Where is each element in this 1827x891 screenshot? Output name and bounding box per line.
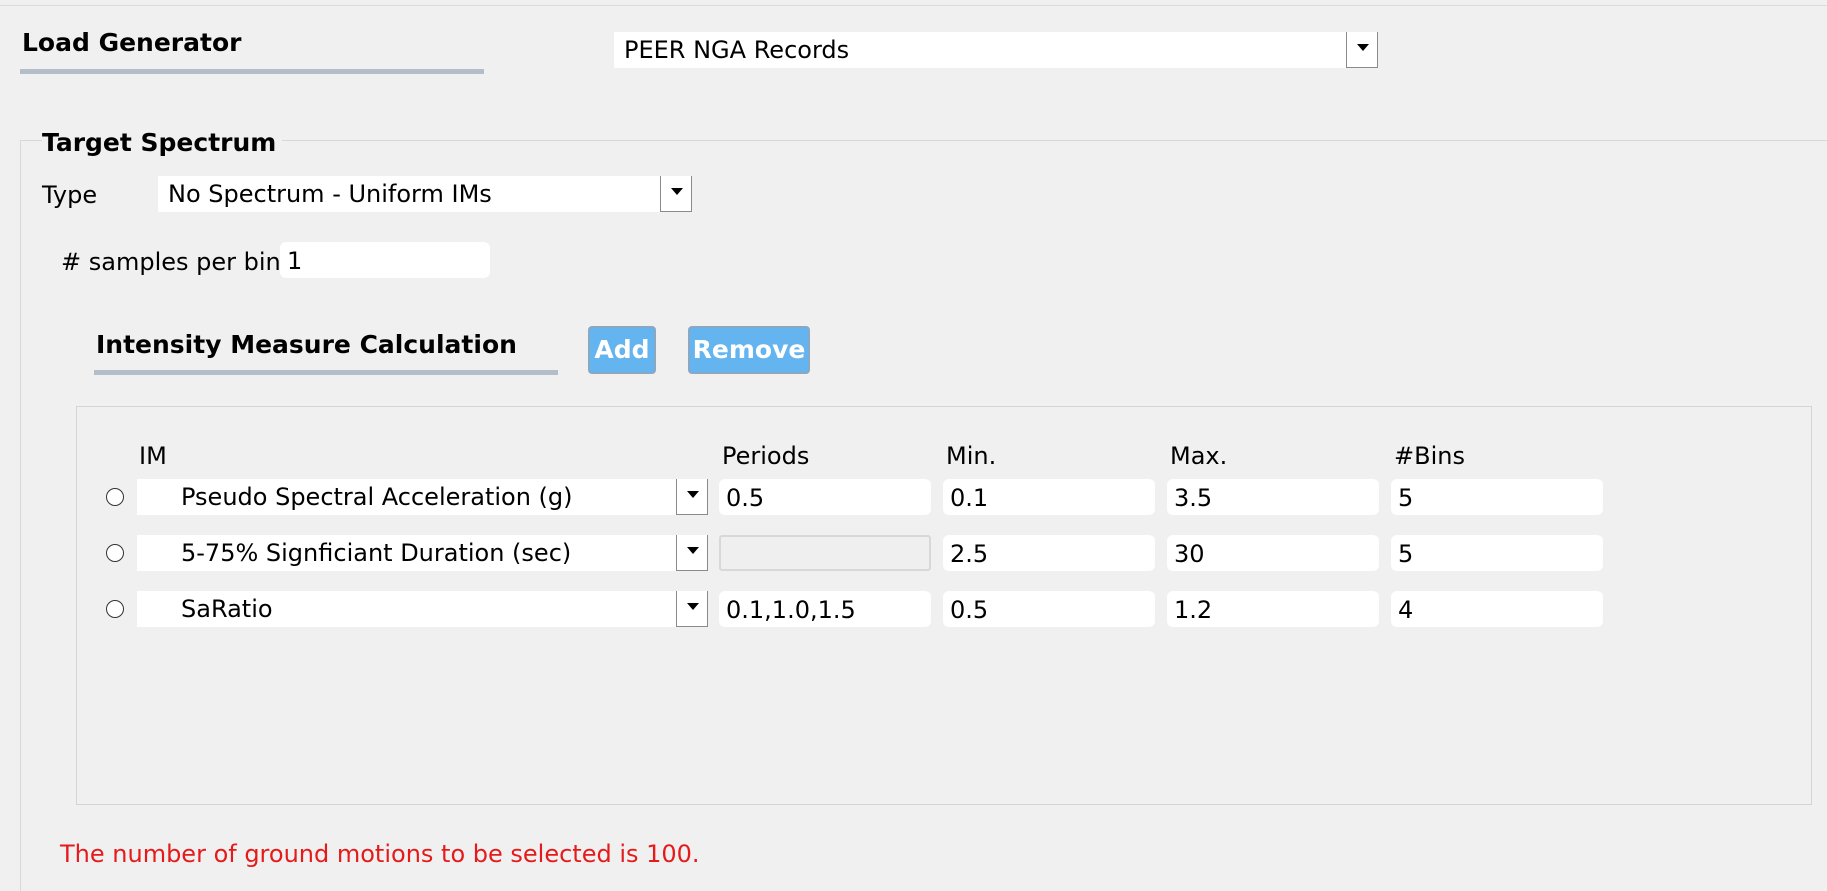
bins-value: 4 bbox=[1398, 596, 1414, 624]
chevron-down-icon[interactable] bbox=[676, 479, 708, 515]
im-select[interactable]: SaRatio bbox=[137, 591, 708, 627]
chevron-down-icon[interactable] bbox=[1346, 32, 1378, 68]
header-periods: Periods bbox=[722, 442, 810, 470]
row-select-radio[interactable] bbox=[106, 544, 124, 562]
chevron-down-icon[interactable] bbox=[660, 176, 692, 212]
periods-input-disabled bbox=[719, 535, 931, 571]
top-border bbox=[0, 5, 1827, 6]
im-calc-title: Intensity Measure Calculation bbox=[96, 330, 517, 359]
header-max: Max. bbox=[1170, 442, 1228, 470]
load-generator-underline bbox=[20, 69, 484, 74]
im-select-value: SaRatio bbox=[181, 595, 273, 623]
max-value: 3.5 bbox=[1174, 484, 1213, 512]
periods-input[interactable]: 0.1,1.0,1.5 bbox=[719, 591, 931, 627]
im-select-value: 5-75% Signficiant Duration (sec) bbox=[181, 539, 572, 567]
max-input[interactable]: 1.2 bbox=[1167, 591, 1379, 627]
im-calc-underline bbox=[94, 370, 558, 375]
max-value: 30 bbox=[1174, 540, 1205, 568]
periods-input[interactable]: 0.5 bbox=[719, 479, 931, 515]
im-select-value: Pseudo Spectral Acceleration (g) bbox=[181, 483, 573, 511]
target-spectrum-frame-top bbox=[20, 140, 1827, 141]
bins-input[interactable]: 5 bbox=[1391, 535, 1603, 571]
max-value: 1.2 bbox=[1174, 596, 1213, 624]
bins-input[interactable]: 4 bbox=[1391, 591, 1603, 627]
bins-value: 5 bbox=[1398, 540, 1414, 568]
spectrum-type-select[interactable]: No Spectrum - Uniform IMs bbox=[158, 176, 692, 212]
add-button[interactable]: Add bbox=[588, 326, 656, 374]
min-value: 2.5 bbox=[950, 540, 989, 568]
target-spectrum-title: Target Spectrum bbox=[42, 128, 283, 157]
type-label: Type bbox=[42, 181, 98, 209]
samples-per-bin-label: # samples per bin bbox=[61, 248, 281, 276]
load-generator-select[interactable]: PEER NGA Records bbox=[614, 32, 1378, 68]
remove-button[interactable]: Remove bbox=[688, 326, 810, 374]
status-message: The number of ground motions to be selec… bbox=[60, 840, 700, 868]
min-input[interactable]: 0.5 bbox=[943, 591, 1155, 627]
chevron-down-icon[interactable] bbox=[676, 535, 708, 571]
bins-input[interactable]: 5 bbox=[1391, 479, 1603, 515]
header-im: IM bbox=[139, 442, 167, 470]
min-value: 0.1 bbox=[950, 484, 989, 512]
samples-per-bin-value: 1 bbox=[287, 247, 303, 275]
row-select-radio[interactable] bbox=[106, 488, 124, 506]
min-input[interactable]: 2.5 bbox=[943, 535, 1155, 571]
min-input[interactable]: 0.1 bbox=[943, 479, 1155, 515]
target-spectrum-frame-left bbox=[20, 140, 21, 891]
bins-value: 5 bbox=[1398, 484, 1414, 512]
row-select-radio[interactable] bbox=[106, 600, 124, 618]
load-generator-select-value: PEER NGA Records bbox=[624, 36, 850, 64]
spectrum-type-select-value: No Spectrum - Uniform IMs bbox=[168, 180, 492, 208]
load-generator-title: Load Generator bbox=[22, 28, 242, 57]
header-min: Min. bbox=[946, 442, 997, 470]
samples-per-bin-input[interactable]: 1 bbox=[280, 242, 490, 278]
max-input[interactable]: 30 bbox=[1167, 535, 1379, 571]
max-input[interactable]: 3.5 bbox=[1167, 479, 1379, 515]
im-select[interactable]: Pseudo Spectral Acceleration (g) bbox=[137, 479, 708, 515]
im-select[interactable]: 5-75% Signficiant Duration (sec) bbox=[137, 535, 708, 571]
periods-value: 0.1,1.0,1.5 bbox=[726, 596, 856, 624]
chevron-down-icon[interactable] bbox=[676, 591, 708, 627]
min-value: 0.5 bbox=[950, 596, 989, 624]
header-bins: #Bins bbox=[1394, 442, 1465, 470]
periods-value: 0.5 bbox=[726, 484, 765, 512]
